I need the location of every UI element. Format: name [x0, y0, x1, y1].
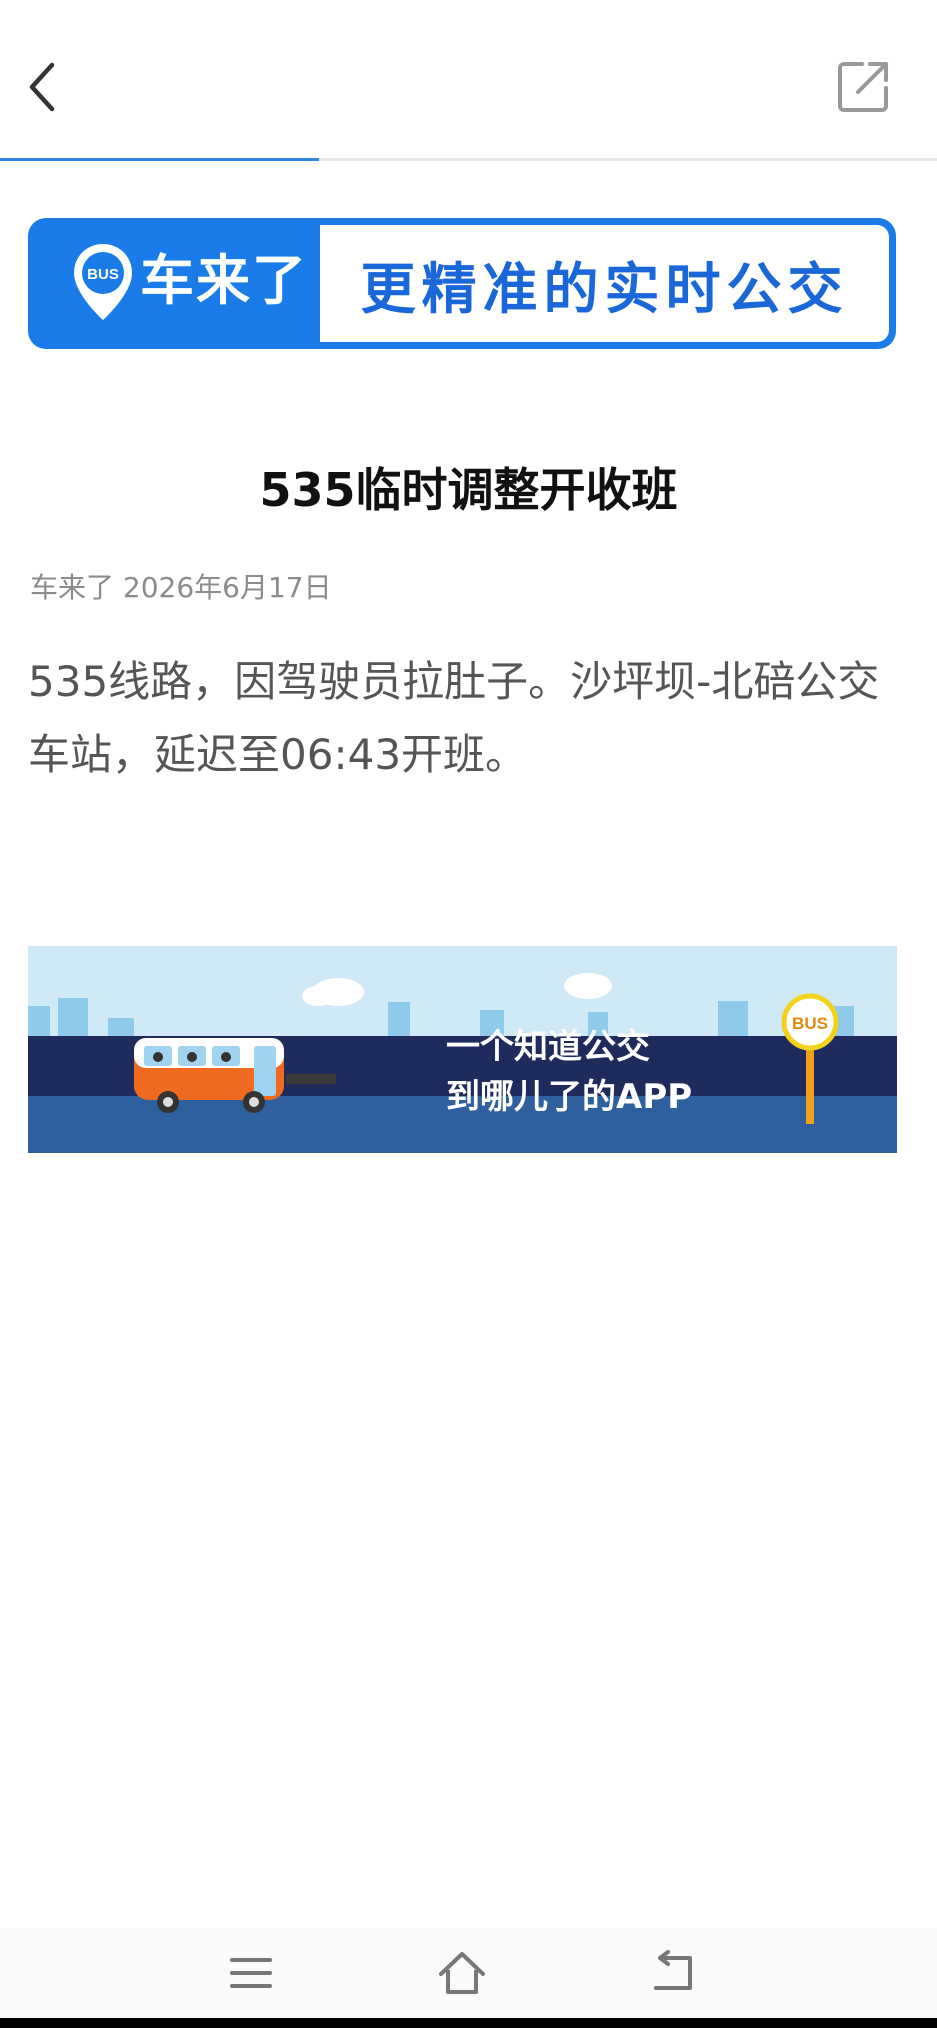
promo-line1: 一个知道公交 [446, 1027, 650, 1067]
page-load-progress [0, 158, 937, 161]
brand-banner[interactable]: BUS 车来了 更精准的实时公交 [28, 218, 896, 349]
chevron-left-icon [29, 62, 55, 112]
brand-logo: BUS 车来了 [28, 218, 320, 349]
system-nav-bar [0, 1928, 937, 2018]
back-button[interactable] [20, 55, 64, 119]
home-button[interactable] [437, 1948, 487, 1998]
progress-fill [0, 158, 319, 161]
home-icon [439, 1952, 485, 1994]
menu-button[interactable] [226, 1948, 276, 1998]
external-share-icon [838, 62, 888, 112]
return-icon [654, 1950, 692, 1990]
screen-bottom-edge [0, 2018, 937, 2028]
slogan-panel: 更精准的实时公交 [320, 225, 889, 342]
slogan-text: 更精准的实时公交 [360, 256, 849, 321]
promo-line2: 到哪儿了的APP [446, 1077, 692, 1117]
share-button[interactable] [836, 58, 892, 114]
article-meta: 车来了 2026年6月17日 [30, 571, 332, 604]
article-title: 535临时调整开收班 [259, 463, 678, 517]
bus-location-pin-icon: BUS [74, 244, 132, 320]
article-body: 535线路，因驾驶员拉肚子。沙坪坝-北碚公交车站，延迟至06:43开班。 [28, 657, 880, 779]
return-button[interactable] [648, 1948, 698, 1998]
pin-badge-text: BUS [87, 266, 119, 283]
top-bar [0, 0, 937, 161]
menu-icon [230, 1958, 272, 1988]
app-promo-banner[interactable]: 一个知道公交 到哪儿了的APP BUS [28, 946, 897, 1153]
stop-sign-text: BUS [792, 1014, 828, 1033]
brand-name: 车来了 [140, 249, 308, 312]
promo-illustration: 一个知道公交 到哪儿了的APP BUS [28, 946, 897, 1153]
